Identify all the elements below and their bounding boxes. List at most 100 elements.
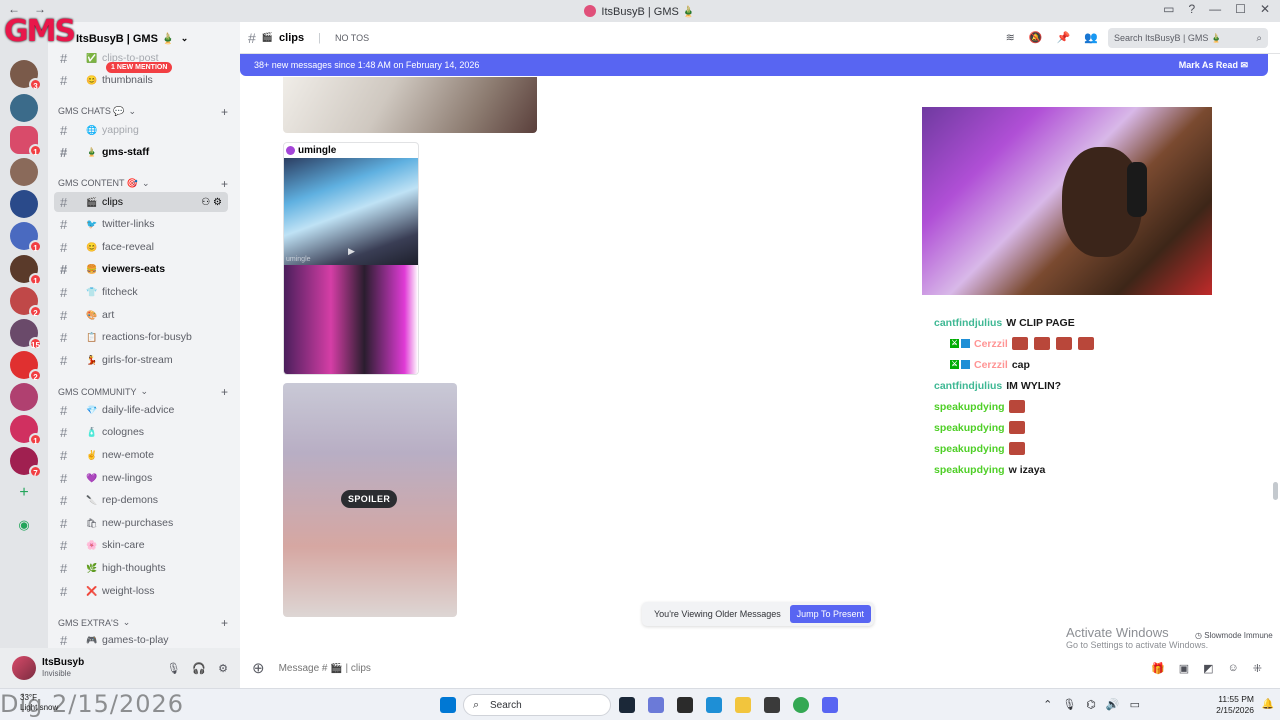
channel-settings-icon[interactable]: ⚇ ⚙ xyxy=(201,197,222,208)
server-icon-8[interactable]: 2 xyxy=(10,287,42,318)
hash-icon: # xyxy=(60,261,68,277)
channel-art[interactable]: # 🎨 art xyxy=(54,305,228,325)
apps-icon[interactable]: ⁜ xyxy=(1253,662,1262,675)
channel-clips[interactable]: # 🎬 clips ⚇ ⚙ xyxy=(54,192,228,212)
server-icon-6[interactable]: 1 xyxy=(10,222,42,253)
gif-icon[interactable]: ▣ xyxy=(1179,662,1189,675)
channel-viewers-eats[interactable]: # 🍔 viewers-eats xyxy=(54,259,228,279)
channel-weight-loss[interactable]: # ❌ weight-loss xyxy=(54,581,228,601)
server-icon-12[interactable]: 1 xyxy=(10,415,42,446)
inbox-icon[interactable]: ▭ xyxy=(1163,2,1174,16)
server-icon-1[interactable]: 3 xyxy=(10,60,42,91)
obs-icon[interactable] xyxy=(764,697,780,713)
mute-bell-icon[interactable]: 🔕 xyxy=(1029,31,1043,44)
mark-as-read-button[interactable]: Mark As Read ✉ xyxy=(1179,60,1248,71)
scrollbar-thumb[interactable] xyxy=(1273,482,1278,500)
jump-to-present-button[interactable]: Jump To Present xyxy=(789,605,871,623)
channel-skin-care[interactable]: # 🌸 skin-care xyxy=(54,535,228,555)
notification-bell-icon[interactable]: 🔔 xyxy=(1262,699,1274,710)
play-icon[interactable]: ▶ xyxy=(348,246,355,257)
server-icon-2[interactable] xyxy=(10,94,38,122)
emoji-icon[interactable]: ☺ xyxy=(1228,662,1239,675)
discover-icon[interactable]: ◉ xyxy=(10,511,38,539)
avatar[interactable] xyxy=(12,656,36,680)
headphones-icon[interactable]: 🎧 xyxy=(192,662,206,675)
maximize-icon[interactable]: ☐ xyxy=(1235,2,1246,16)
close-icon[interactable]: ✕ xyxy=(1260,2,1270,16)
emote-icon xyxy=(1055,337,1072,350)
app-icon[interactable] xyxy=(648,697,664,713)
category-gms-chats[interactable]: GMS CHATS 💬 ⌄ + xyxy=(58,105,228,119)
channel-thumbnails[interactable]: # 😊 thumbnails xyxy=(54,70,228,90)
microphone-icon[interactable]: 🎙 xyxy=(166,662,180,675)
video-frame-bottom[interactable] xyxy=(284,265,418,374)
channel-girls-for-stream[interactable]: # 💃 girls-for-stream xyxy=(54,350,228,370)
channel-yapping[interactable]: # 🌐 yapping xyxy=(54,120,228,140)
user-info[interactable]: ItsBusyb Invisible xyxy=(42,657,84,679)
microphone-icon[interactable]: 🎙 xyxy=(1062,698,1076,711)
server-icon-5[interactable] xyxy=(10,190,38,218)
unread-badge: 1 xyxy=(29,273,42,286)
channel-high-thoughts[interactable]: # 🌿 high-thoughts xyxy=(54,558,228,578)
channel-daily-life-advice[interactable]: # 💎 daily-life-advice xyxy=(54,400,228,420)
add-channel-icon[interactable]: + xyxy=(221,105,228,119)
network-icon[interactable]: ⌬ xyxy=(1086,698,1096,711)
store-icon[interactable] xyxy=(706,697,722,713)
search-input[interactable]: Search ItsBusyB | GMS 🎍 ⌕ xyxy=(1108,28,1268,48)
add-server-icon[interactable]: + xyxy=(10,479,38,507)
members-icon[interactable]: 👥 xyxy=(1084,31,1098,44)
message-input[interactable] xyxy=(278,662,579,674)
video-frame-top[interactable]: umingle ▶ xyxy=(284,158,418,265)
channel-label: clips xyxy=(102,196,124,208)
file-explorer-icon[interactable] xyxy=(735,697,751,713)
channel-new-purchases[interactable]: # 🛍 new-purchases xyxy=(54,513,228,533)
chevron-up-icon[interactable]: ⌃ xyxy=(1043,698,1052,711)
server-icon-9[interactable]: 15 xyxy=(10,319,42,350)
server-icon-13[interactable]: 7 xyxy=(10,447,42,478)
volume-icon[interactable]: 🔊 xyxy=(1106,698,1120,711)
help-icon[interactable]: ? xyxy=(1188,2,1195,16)
channel-rep-demons[interactable]: # 🔪 rep-demons xyxy=(54,490,228,510)
server-icon-gms[interactable]: 1 xyxy=(10,126,42,157)
video-embed[interactable]: umingle umingle ▶ xyxy=(283,142,419,375)
taskbar-clock[interactable]: 11:55 PM 2/15/2026 xyxy=(1216,694,1254,716)
add-channel-icon[interactable]: + xyxy=(221,385,228,399)
sticker-icon[interactable]: ◩ xyxy=(1203,662,1213,675)
battery-icon[interactable]: ▭ xyxy=(1130,698,1140,711)
embed-provider[interactable]: umingle xyxy=(284,143,418,158)
channel-new-emote[interactable]: # ✌ new-emote xyxy=(54,445,228,465)
channel-twitter-links[interactable]: # 🐦 twitter-links xyxy=(54,214,228,234)
channel-colognes[interactable]: # 🧴 colognes xyxy=(54,422,228,442)
server-icon-7[interactable]: 1 xyxy=(10,255,42,286)
gift-icon[interactable]: 🎁 xyxy=(1151,662,1165,675)
category-gms-content[interactable]: GMS CONTENT 🎯 ⌄ + xyxy=(58,177,228,191)
taskbar-search[interactable]: ⌕ Search xyxy=(463,694,611,716)
chrome-icon[interactable] xyxy=(793,697,809,713)
minimize-icon[interactable]: — xyxy=(1209,2,1221,16)
server-icon-4[interactable] xyxy=(10,158,38,186)
spoiler-image[interactable]: SPOILER xyxy=(283,383,457,617)
server-icon-11[interactable] xyxy=(10,383,38,411)
image-attachment[interactable] xyxy=(283,77,537,133)
discord-icon[interactable] xyxy=(822,697,838,713)
channel-gms-staff[interactable]: # 🎍 gms-staff xyxy=(54,142,228,162)
windows-start-icon[interactable] xyxy=(440,697,456,713)
pin-icon[interactable]: 📌 xyxy=(1057,31,1071,44)
channel-face-reveal[interactable]: # 😊 face-reveal xyxy=(54,237,228,257)
add-channel-icon[interactable]: + xyxy=(221,177,228,191)
epic-games-icon[interactable] xyxy=(677,697,693,713)
channel-fitcheck[interactable]: # 👕 fitcheck xyxy=(54,282,228,302)
gear-icon[interactable]: ⚙ xyxy=(218,662,228,675)
new-messages-bar[interactable]: 38+ new messages since 1:48 AM on Februa… xyxy=(240,54,1268,76)
add-attachment-icon[interactable]: ⊕ xyxy=(252,659,265,677)
add-channel-icon[interactable]: + xyxy=(221,616,228,630)
channel-reactions-for-busyb[interactable]: # 📋 reactions-for-busyb xyxy=(54,327,228,347)
threads-icon[interactable]: ≋ xyxy=(1006,31,1015,44)
channel-games-to-play[interactable]: # 🎮 games-to-play xyxy=(54,630,228,648)
new-mention-pill[interactable]: 1 NEW MENTION xyxy=(106,62,173,73)
server-icon-10[interactable]: 2 xyxy=(10,351,42,382)
category-gms-community[interactable]: GMS COMMUNITY ⌄ + xyxy=(58,385,228,399)
channel-new-lingos[interactable]: # 💜 new-lingos xyxy=(54,468,228,488)
category-gms-extras[interactable]: GMS EXTRA'S ⌄ + xyxy=(58,616,228,630)
steam-icon[interactable] xyxy=(619,697,635,713)
